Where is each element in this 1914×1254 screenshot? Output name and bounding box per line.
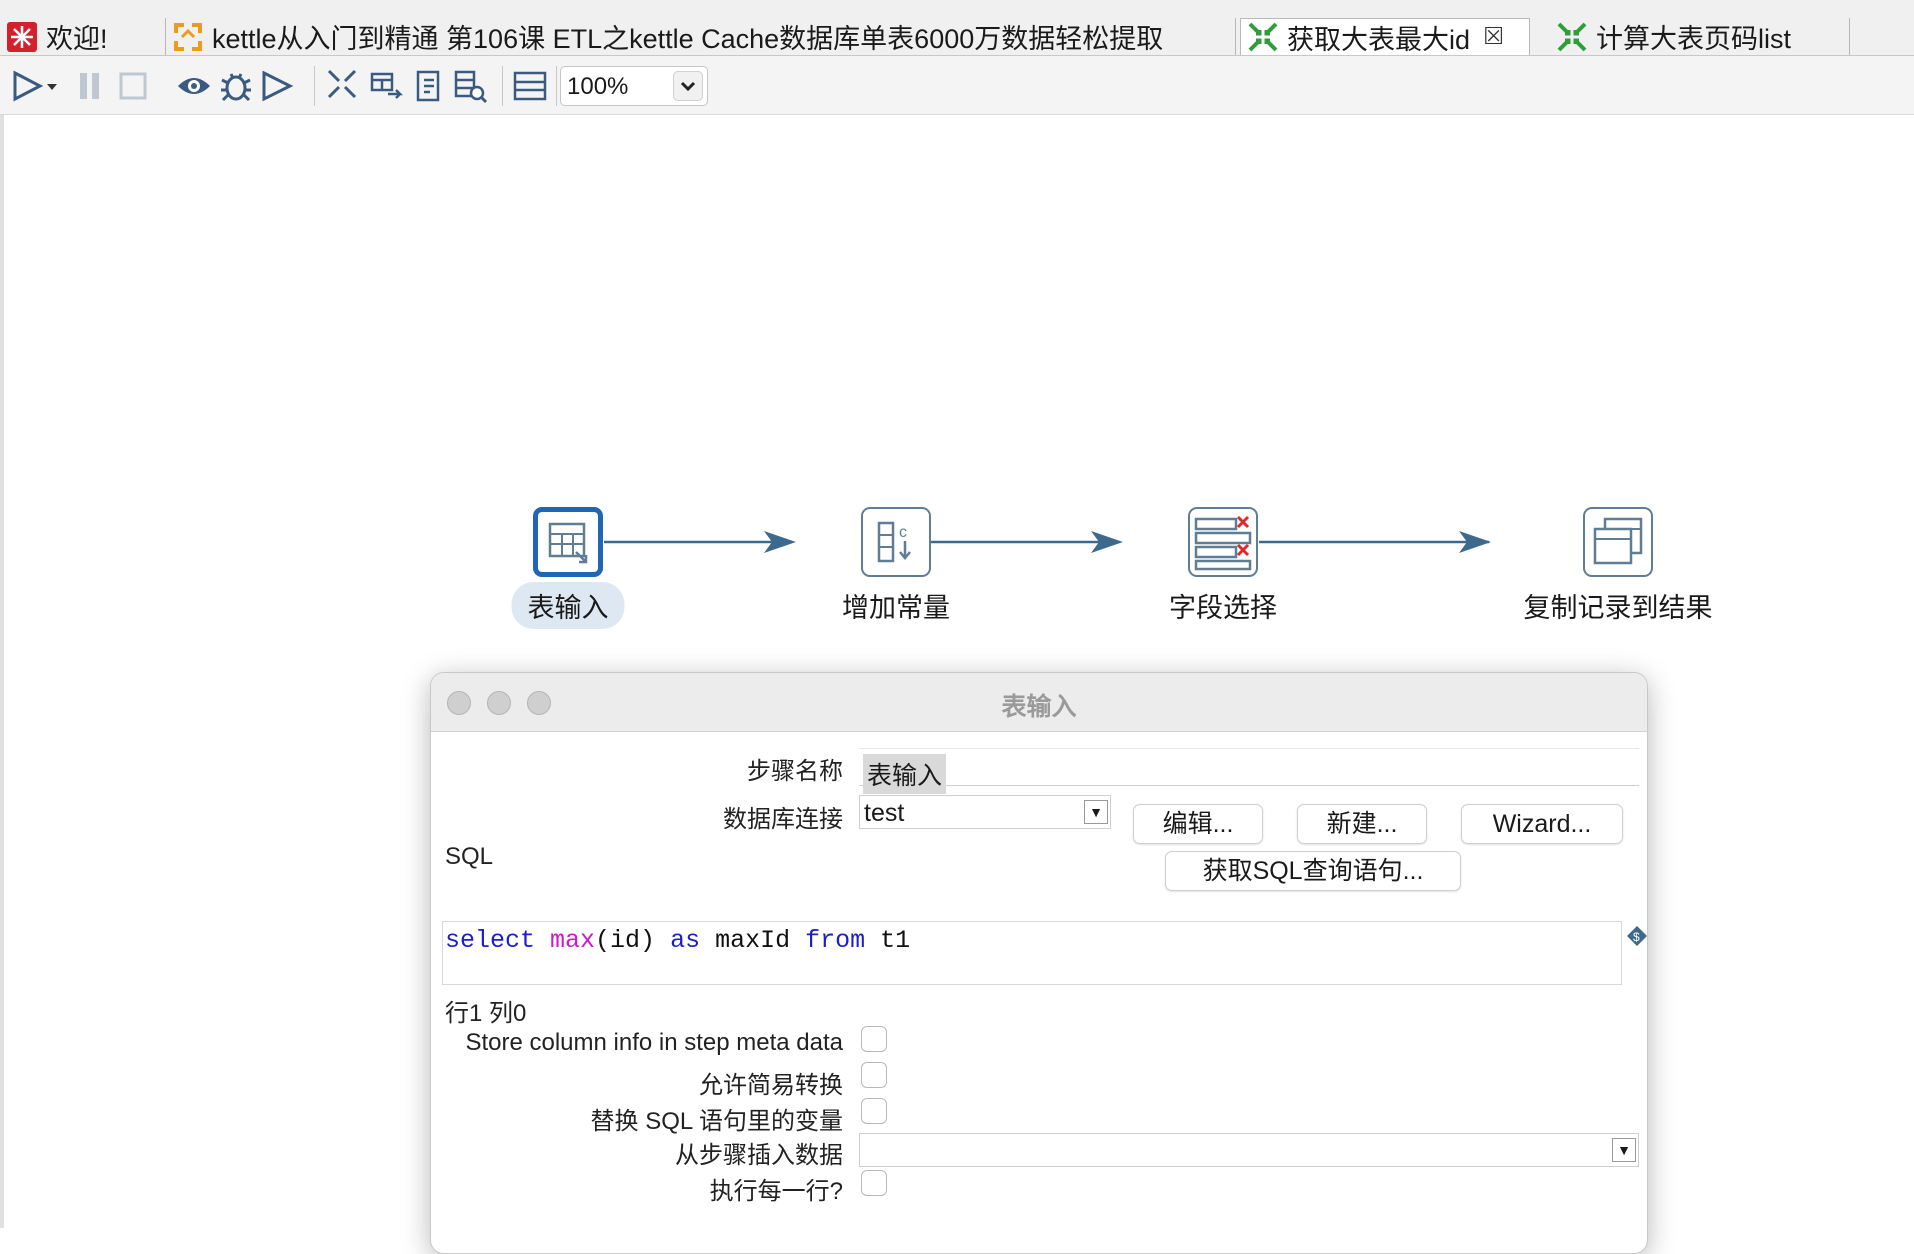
insert-from-step-select[interactable]: ▼ bbox=[859, 1133, 1639, 1167]
tab-get-max-id[interactable]: 获取大表最大id ⮽ bbox=[1240, 18, 1530, 55]
execute-each-row-label: 执行每一行? bbox=[709, 1178, 843, 1205]
close-tab-icon[interactable]: ⮽ bbox=[1484, 23, 1503, 51]
zoom-select[interactable]: 100% bbox=[560, 66, 708, 106]
tab-label: kettle从入门到精通 第106课 ETL之kettle Cache数据库单表… bbox=[212, 24, 1164, 54]
sql-keyword: select bbox=[445, 926, 536, 955]
tab-label: 欢迎! bbox=[46, 24, 108, 54]
zoom-value: 100% bbox=[567, 73, 629, 100]
impact-icon[interactable] bbox=[368, 68, 404, 104]
sql-text: (id) bbox=[595, 926, 671, 955]
pause-icon[interactable] bbox=[72, 68, 108, 104]
transformation-icon bbox=[1248, 22, 1278, 52]
sql-keyword: from bbox=[805, 926, 866, 955]
step-label-select-values[interactable]: 字段选择 bbox=[1169, 586, 1277, 625]
step-label-table-input[interactable]: 表输入 bbox=[511, 582, 625, 629]
step-copy-rows-to-result[interactable] bbox=[1583, 507, 1653, 577]
db-connection-select[interactable]: test ▼ bbox=[859, 795, 1111, 829]
tab-bar: 欢迎! kettle从入门到精通 第106课 ETL之kettle Cache数… bbox=[0, 0, 1914, 56]
db-connection-value: test bbox=[864, 799, 905, 827]
wizard-button[interactable]: Wizard... bbox=[1461, 804, 1623, 844]
dropdown-arrow-icon[interactable]: ▼ bbox=[1612, 1138, 1636, 1162]
hop-1[interactable] bbox=[604, 531, 796, 553]
toolbar-separator bbox=[556, 66, 557, 106]
chevron-down-icon[interactable] bbox=[673, 71, 703, 101]
table-input-dialog: 表输入 步骤名称 表输入 数据库连接 test ▼ 编辑... 新建... Wi… bbox=[430, 672, 1648, 1254]
add-constants-icon: c bbox=[877, 521, 911, 563]
dropdown-arrow-icon[interactable] bbox=[44, 68, 60, 104]
toolbar: 100% bbox=[0, 56, 1914, 115]
cursor-position: 行1 列0 bbox=[445, 1000, 527, 1027]
tab-job[interactable]: kettle从入门到精通 第106课 ETL之kettle Cache数据库单表… bbox=[166, 18, 1236, 55]
generate-sql-icon[interactable] bbox=[410, 68, 446, 104]
verify-icon[interactable] bbox=[326, 68, 362, 104]
tab-label: 计算大表页码list bbox=[1596, 24, 1791, 54]
preview-icon[interactable] bbox=[176, 68, 212, 104]
table-input-icon bbox=[548, 522, 588, 564]
step-label-add-constants[interactable]: 增加常量 bbox=[842, 586, 950, 625]
job-icon bbox=[174, 22, 202, 51]
copy-rows-to-result-icon bbox=[1593, 517, 1643, 565]
svg-text:c: c bbox=[899, 524, 907, 541]
explore-db-icon[interactable] bbox=[452, 68, 488, 104]
svg-text:$: $ bbox=[1633, 930, 1640, 944]
new-connection-button[interactable]: 新建... bbox=[1297, 804, 1427, 844]
replay-icon[interactable] bbox=[260, 68, 296, 104]
sql-editor[interactable]: select max(id) as maxId from t1 bbox=[442, 921, 1622, 985]
replace-variables-label: 替换 SQL 语句里的变量 bbox=[590, 1108, 843, 1135]
step-table-input[interactable] bbox=[533, 507, 603, 577]
hops-layer bbox=[604, 531, 1491, 553]
step-add-constants[interactable]: c bbox=[861, 507, 931, 577]
sql-function: max bbox=[550, 926, 596, 955]
show-results-icon[interactable] bbox=[512, 68, 548, 104]
hop-3[interactable] bbox=[1259, 531, 1491, 553]
store-column-info-checkbox[interactable] bbox=[861, 1026, 887, 1052]
toolbar-separator bbox=[314, 66, 315, 106]
step-name-label: 步骤名称 bbox=[747, 758, 843, 785]
replace-variables-checkbox[interactable] bbox=[861, 1098, 887, 1124]
get-sql-query-button[interactable]: 获取SQL查询语句... bbox=[1165, 851, 1461, 891]
tab-calc-page-list[interactable]: 计算大表页码list bbox=[1550, 18, 1850, 55]
db-connection-label: 数据库连接 bbox=[723, 806, 843, 833]
dropdown-arrow-icon[interactable]: ▼ bbox=[1084, 800, 1108, 824]
stop-icon[interactable] bbox=[116, 68, 152, 104]
step-name-value: 表输入 bbox=[863, 754, 947, 794]
debug-icon[interactable] bbox=[218, 68, 254, 104]
step-select-values[interactable] bbox=[1188, 507, 1258, 577]
sql-text: maxId bbox=[700, 926, 806, 955]
edit-connection-button[interactable]: 编辑... bbox=[1133, 804, 1263, 844]
insert-from-step-label: 从步骤插入数据 bbox=[675, 1142, 843, 1169]
lazy-conversion-checkbox[interactable] bbox=[861, 1062, 887, 1088]
sql-text: t1 bbox=[865, 926, 911, 955]
select-values-icon bbox=[1194, 515, 1252, 571]
dialog-titlebar[interactable]: 表输入 bbox=[431, 673, 1647, 732]
execute-each-row-checkbox[interactable] bbox=[861, 1170, 887, 1196]
run-icon[interactable] bbox=[10, 68, 46, 104]
store-column-info-label: Store column info in step meta data bbox=[465, 1029, 843, 1056]
tab-label: 获取大表最大id bbox=[1287, 24, 1471, 55]
sql-keyword: as bbox=[670, 926, 701, 955]
transformation-icon bbox=[1557, 22, 1587, 51]
step-name-field[interactable]: 表输入 bbox=[859, 748, 1639, 794]
toolbar-separator bbox=[502, 66, 503, 106]
hop-2[interactable] bbox=[931, 531, 1123, 553]
step-label-copy-rows-to-result[interactable]: 复制记录到结果 bbox=[1524, 586, 1713, 625]
sql-label: SQL bbox=[445, 843, 494, 870]
tab-welcome[interactable]: 欢迎! bbox=[0, 18, 166, 55]
variable-icon[interactable]: $ bbox=[1626, 925, 1648, 947]
spoon-welcome-icon bbox=[7, 21, 37, 52]
lazy-conversion-label: 允许简易转换 bbox=[699, 1072, 843, 1099]
dialog-title: 表输入 bbox=[1001, 693, 1077, 721]
